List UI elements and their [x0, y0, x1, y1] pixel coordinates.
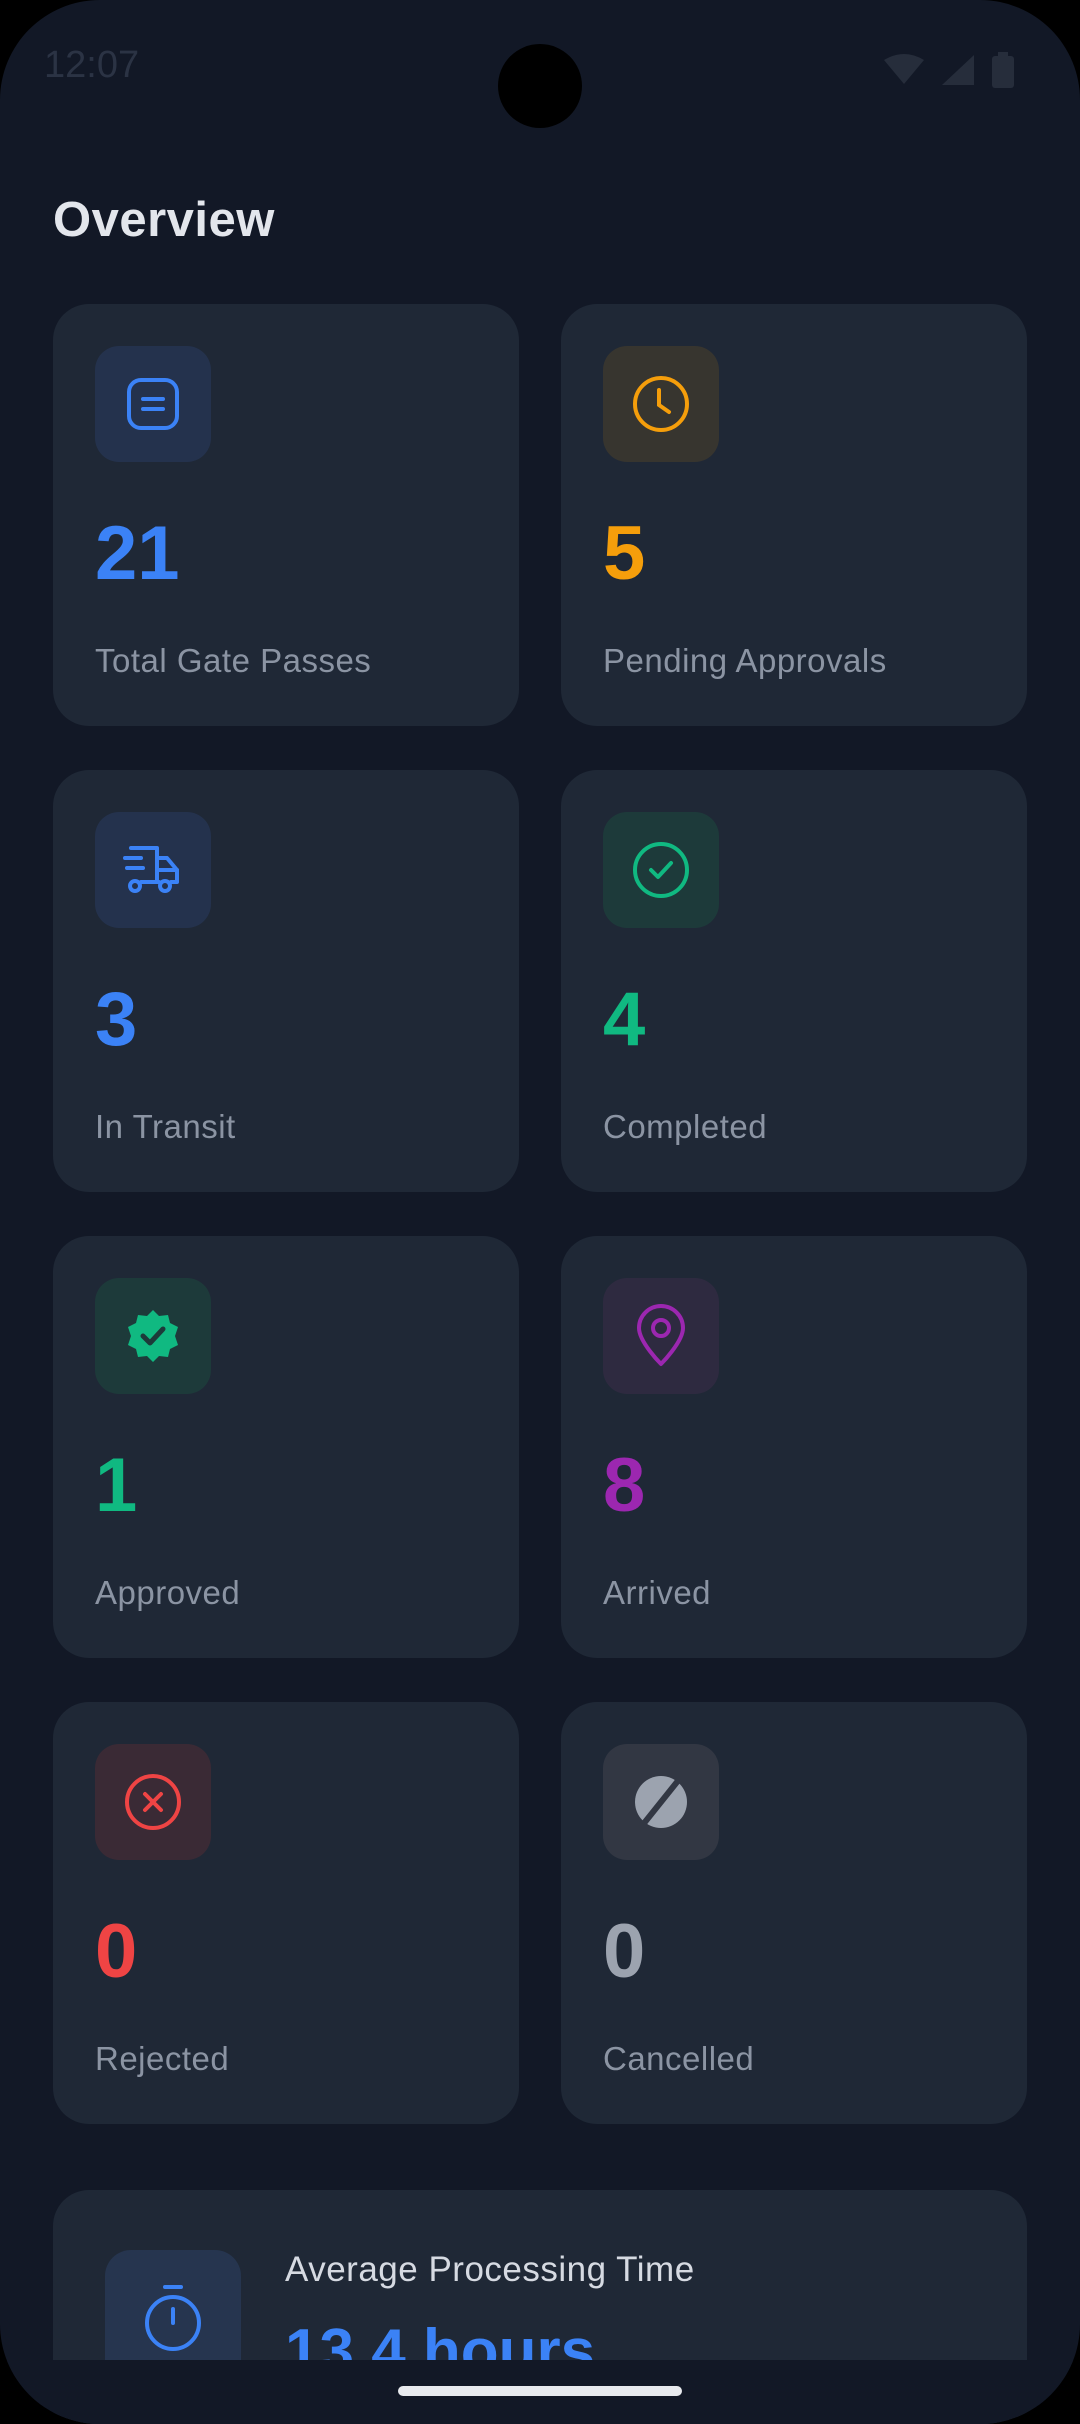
stat-card-total-gate-passes[interactable]: 21 Total Gate Passes [53, 304, 519, 726]
check-circle-icon [603, 812, 719, 928]
stat-label: Rejected [95, 2040, 230, 2077]
stat-card-in-transit[interactable]: 3 In Transit [53, 770, 519, 1192]
signal-icon [940, 53, 976, 87]
stat-card-completed[interactable]: 4 Completed [561, 770, 1027, 1192]
stat-value: 8 [603, 1443, 646, 1528]
stat-label: In Transit [95, 1108, 236, 1145]
stat-label: Pending Approvals [603, 642, 887, 679]
stat-value: 21 [95, 511, 180, 596]
x-circle-icon [95, 1744, 211, 1860]
wifi-icon [884, 54, 924, 86]
stats-grid: 21 Total Gate Passes 5 Pending Approvals [53, 304, 1027, 2124]
stat-value: 0 [603, 1909, 646, 1994]
stat-value: 1 [95, 1443, 138, 1528]
stat-label: Completed [603, 1108, 768, 1145]
stat-card-approved[interactable]: 1 Approved [53, 1236, 519, 1658]
location-pin-icon [603, 1278, 719, 1394]
app-screen: 12:07 Overview 21 Total Gate Passes 5 Pe… [0, 0, 1080, 2424]
stat-label: Total Gate Passes [95, 642, 372, 679]
cancel-slash-icon [603, 1744, 719, 1860]
average-processing-title: Average Processing Time [285, 2250, 695, 2289]
stat-label: Approved [95, 1574, 241, 1611]
verified-badge-icon [95, 1278, 211, 1394]
status-icons [884, 52, 1014, 88]
stat-value: 5 [603, 511, 646, 596]
stat-value: 3 [95, 977, 138, 1062]
camera-cutout [498, 44, 582, 128]
stat-label: Arrived [603, 1574, 712, 1611]
status-bar: 12:07 [0, 0, 1080, 140]
stat-card-cancelled[interactable]: 0 Cancelled [561, 1702, 1027, 2124]
clock-icon [603, 346, 719, 462]
home-indicator[interactable] [398, 2386, 682, 2396]
status-time: 12:07 [44, 44, 140, 86]
stat-value: 0 [95, 1909, 138, 1994]
stat-card-arrived[interactable]: 8 Arrived [561, 1236, 1027, 1658]
stat-card-rejected[interactable]: 0 Rejected [53, 1702, 519, 2124]
stat-card-pending-approvals[interactable]: 5 Pending Approvals [561, 304, 1027, 726]
stat-label: Cancelled [603, 2040, 755, 2077]
stat-value: 4 [603, 977, 646, 1062]
truck-icon [95, 812, 211, 928]
battery-icon [992, 52, 1014, 88]
document-icon [95, 346, 211, 462]
page-title: Overview [53, 193, 275, 247]
